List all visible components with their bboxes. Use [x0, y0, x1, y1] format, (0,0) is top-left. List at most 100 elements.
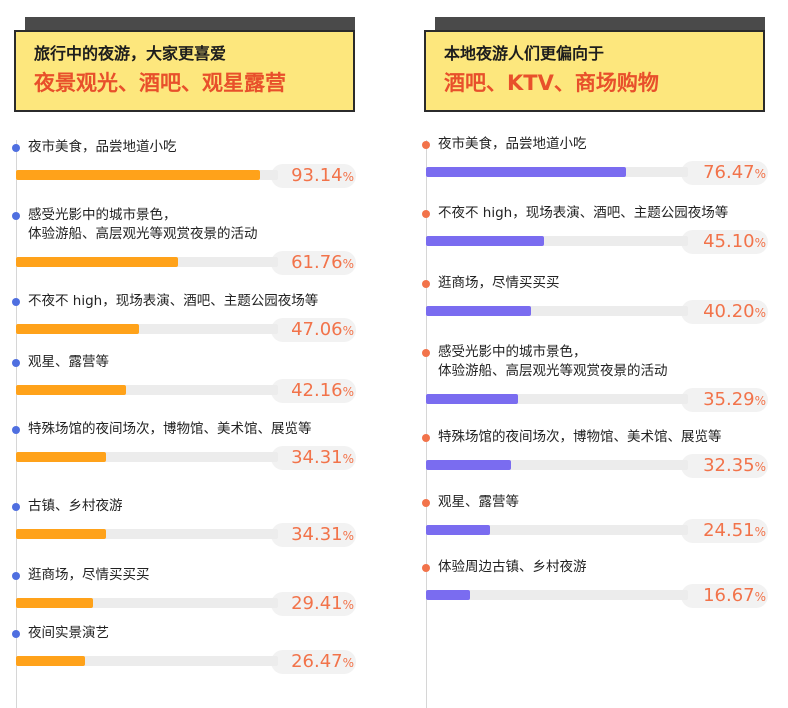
right-value-number: 76.47 [703, 162, 755, 183]
left-bar-fill [16, 324, 140, 334]
right-value-unit: % [754, 525, 766, 539]
left-bar-row: 93.14% [16, 164, 356, 188]
left-bullet-dot [12, 298, 20, 306]
left-bar-track [16, 324, 278, 334]
right-value-label: 35.29% [703, 388, 766, 413]
left-bar-label: 逛商场，尽情买买买 [28, 567, 150, 583]
left-value-unit: % [342, 529, 354, 543]
left-bar-fill [16, 598, 94, 608]
right-value-unit: % [754, 590, 766, 604]
left-bar-fill [16, 385, 127, 395]
right-value-number: 16.67 [703, 585, 755, 606]
left-chart-panel: 旅行中的夜游，大家更喜爱 夜景观光、酒吧、观星露营 夜市美食，品尝地道小吃 93.… [0, 0, 380, 708]
left-bullet-dot [12, 572, 20, 580]
right-timeline-line [426, 140, 427, 708]
left-bar-track [16, 385, 278, 395]
right-chart-panel: 本地夜游人们更偏向于 酒吧、KTV、商场购物 夜市美食，品尝地道小吃 76.47%… [410, 0, 788, 708]
left-bullet-dot [12, 212, 20, 220]
right-bar-label: 感受光影中的城市景色， 体验游船、高层观光等观赏夜景的活动 [438, 344, 668, 379]
right-bar-row: 35.29% [426, 388, 768, 412]
left-bar-label: 古镇、乡村夜游 [28, 498, 123, 514]
left-value-label: 93.14% [291, 164, 354, 189]
right-bar-label: 特殊场馆的夜间场次，博物馆、美术馆、展览等 [438, 429, 722, 445]
left-bar-label: 感受光影中的城市景色， 体验游船、高层观光等观赏夜景的活动 [28, 207, 258, 242]
left-value-label: 34.31% [291, 523, 354, 548]
left-bar-track [16, 452, 278, 462]
right-bar-track [426, 236, 688, 246]
left-bar-track [16, 598, 278, 608]
right-bar-track [426, 394, 688, 404]
right-bar-label: 逛商场，尽情买买买 [438, 275, 560, 291]
left-value-number: 34.31 [291, 447, 343, 468]
right-bar-fill [426, 525, 491, 535]
left-bar-row: 61.76% [16, 251, 356, 275]
left-bar-label: 不夜不 high，现场表演、酒吧、主题公园夜场等 [28, 293, 319, 309]
left-value-unit: % [342, 257, 354, 271]
left-value-label: 47.06% [291, 318, 354, 343]
right-chart-title: 本地夜游人们更偏向于 [444, 44, 605, 63]
right-value-unit: % [754, 460, 766, 474]
left-value-label: 26.47% [291, 650, 354, 675]
left-value-label: 61.76% [291, 251, 354, 276]
right-bullet-dot [422, 210, 430, 218]
left-bar-row: 34.31% [16, 446, 356, 470]
right-bar-track [426, 306, 688, 316]
left-bar-row: 26.47% [16, 650, 356, 674]
left-bar-fill [16, 656, 86, 666]
left-value-unit: % [342, 452, 354, 466]
left-bullet-dot [12, 503, 20, 511]
left-bar-track [16, 656, 278, 666]
left-bar-fill [16, 452, 106, 462]
left-value-unit: % [342, 170, 354, 184]
right-value-number: 32.35 [703, 455, 755, 476]
left-bar-fill [16, 257, 178, 267]
right-chart-subtitle: 酒吧、KTV、商场购物 [444, 71, 659, 95]
left-value-label: 29.41% [291, 592, 354, 617]
left-chart-title: 旅行中的夜游，大家更喜爱 [34, 44, 227, 63]
left-value-label: 42.16% [291, 379, 354, 404]
right-bullet-dot [422, 280, 430, 288]
right-value-label: 76.47% [703, 161, 766, 186]
right-bar-row: 32.35% [426, 454, 768, 478]
right-value-unit: % [754, 236, 766, 250]
right-bar-row: 40.20% [426, 300, 768, 324]
right-header-box: 本地夜游人们更偏向于 酒吧、KTV、商场购物 [424, 30, 765, 112]
right-bar-label: 体验周边古镇、乡村夜游 [438, 559, 587, 575]
right-bar-track [426, 460, 688, 470]
right-bar-row: 16.67% [426, 584, 768, 608]
left-value-number: 61.76 [291, 252, 343, 273]
left-value-number: 47.06 [291, 319, 343, 340]
right-value-label: 45.10% [703, 230, 766, 255]
right-value-number: 40.20 [703, 301, 755, 322]
right-bar-label: 不夜不 high，现场表演、酒吧、主题公园夜场等 [438, 205, 729, 221]
right-value-label: 32.35% [703, 454, 766, 479]
left-value-unit: % [342, 598, 354, 612]
left-bar-label: 特殊场馆的夜间场次，博物馆、美术馆、展览等 [28, 421, 312, 437]
left-value-number: 93.14 [291, 165, 343, 186]
right-bar-row: 76.47% [426, 161, 768, 185]
right-value-number: 35.29 [703, 389, 755, 410]
right-bullet-dot [422, 434, 430, 442]
right-bar-row: 45.10% [426, 230, 768, 254]
left-bar-fill [16, 170, 261, 180]
right-bar-track [426, 590, 688, 600]
right-value-number: 45.10 [703, 231, 755, 252]
left-value-number: 29.41 [291, 593, 343, 614]
right-bar-fill [426, 167, 627, 177]
right-value-unit: % [754, 167, 766, 181]
left-value-label: 34.31% [291, 446, 354, 471]
left-bar-row: 42.16% [16, 379, 356, 403]
left-bar-track [16, 529, 278, 539]
left-bar-track [16, 257, 278, 267]
left-chart-subtitle: 夜景观光、酒吧、观星露营 [34, 71, 286, 95]
left-bar-row: 47.06% [16, 318, 356, 342]
right-bullet-dot [422, 499, 430, 507]
left-bar-fill [16, 529, 106, 539]
right-bar-label: 夜市美食，品尝地道小吃 [438, 136, 587, 152]
left-value-unit: % [342, 324, 354, 338]
left-bar-label: 夜间实景演艺 [28, 625, 109, 641]
right-bar-track [426, 167, 688, 177]
left-bar-label: 夜市美食，品尝地道小吃 [28, 139, 177, 155]
right-value-label: 40.20% [703, 300, 766, 325]
left-bullet-dot [12, 359, 20, 367]
